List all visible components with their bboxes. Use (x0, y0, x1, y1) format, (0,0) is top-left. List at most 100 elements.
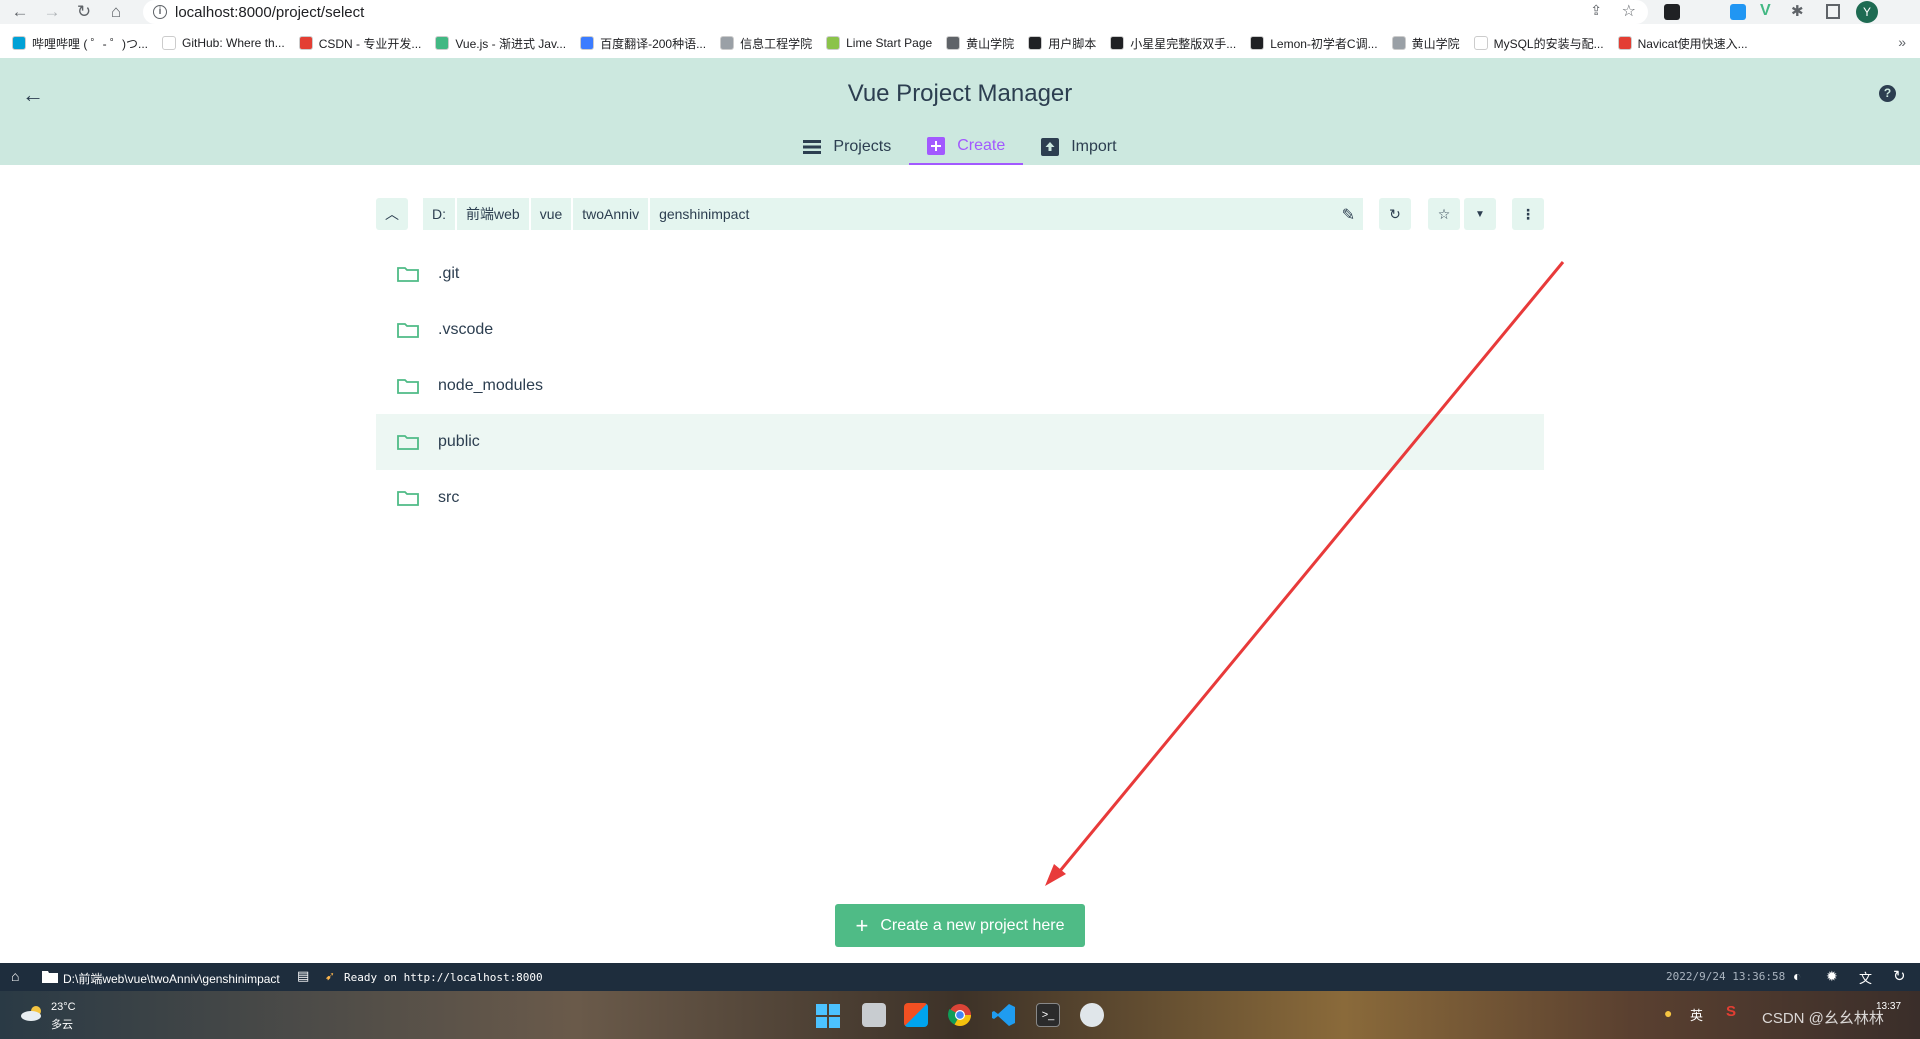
star-bookmark-icon[interactable]: ☆ (1622, 1, 1636, 21)
bookmark-favicon-icon (12, 36, 26, 50)
bookmark-label: Navicat使用快速入... (1637, 36, 1748, 51)
folder-name: node_modules (438, 377, 543, 394)
os-taskbar: 23°C 多云 >_ ● 英 S CSDN @幺幺林林 13:37 (0, 991, 1920, 1039)
bookmark-item[interactable]: Vue.js - 渐进式 Jav... (435, 35, 566, 52)
edit-path-icon[interactable]: ✎ (1342, 205, 1355, 225)
create-project-button[interactable]: + Create a new project here (835, 904, 1085, 947)
bookmark-item[interactable]: Navicat使用快速入... (1617, 35, 1748, 52)
windows-start-icon[interactable] (816, 1004, 840, 1028)
bookmark-item[interactable]: 百度翻译-200种语... (580, 35, 706, 52)
bookmark-item[interactable]: CSDN - 专业开发... (298, 35, 421, 52)
bookmark-favicon-icon (1250, 36, 1265, 50)
vue-devtools-icon[interactable]: V (1760, 2, 1771, 20)
terminal-icon[interactable]: >_ (1036, 1003, 1060, 1027)
current-directory[interactable]: D:\前端web\vue\twoAnniv\genshinimpact (63, 970, 280, 987)
bookmark-label: 小星星完整版双手... (1130, 36, 1237, 51)
bookmark-item[interactable]: Lime Start Page (826, 36, 932, 50)
bookmark-favicon-icon (720, 36, 735, 50)
more-bookmarks-icon[interactable]: » (1898, 34, 1906, 50)
tab-label: Create (957, 136, 1006, 154)
dark-mode-icon[interactable]: ◐ (1793, 968, 1801, 984)
side-panel-icon[interactable] (1826, 4, 1840, 19)
system-tray-icon[interactable]: ● (1664, 1005, 1672, 1021)
bookmark-label: 哔哩哔哩 ( ゜- ゜)つ... (32, 36, 148, 51)
bookmark-label: 黄山学院 (1411, 36, 1460, 51)
more-vert-icon: ⋮ (1521, 205, 1535, 222)
chevron-up-icon: ︿ (385, 206, 399, 222)
bookmark-favicon-icon (1110, 36, 1125, 50)
cloudy-weather-icon (21, 1006, 41, 1021)
bookmark-favicon-icon (298, 36, 313, 50)
bookmark-item[interactable]: MySQL的安装与配... (1473, 35, 1604, 52)
caret-down-icon: ▼ (1475, 208, 1485, 220)
bookmark-item[interactable]: 小星星完整版双手... (1110, 35, 1236, 52)
tab-import[interactable]: Import (1023, 128, 1134, 165)
share-icon[interactable]: ⇪ (1590, 2, 1602, 19)
bookmark-item[interactable]: 黄山学院 (1391, 35, 1460, 52)
bookmark-favicon-icon (946, 36, 961, 50)
bookmark-item[interactable]: 用户脚本 (1028, 35, 1096, 52)
log-message[interactable]: Ready on http://localhost:8000 (344, 971, 543, 984)
breadcrumb-item[interactable]: twoAnniv (573, 198, 651, 230)
tab-bar: Projects Create Import (0, 128, 1920, 165)
translate-icon[interactable]: 文 (1859, 968, 1872, 987)
breadcrumb-item[interactable]: genshinimpact (650, 198, 758, 230)
breadcrumb-item[interactable]: vue (531, 198, 574, 230)
bookmark-item[interactable]: GitHub: Where th... (162, 36, 285, 50)
favorites-dropdown-button[interactable]: ▼ (1464, 198, 1496, 230)
extension-icon[interactable] (1664, 4, 1680, 20)
console-icon[interactable]: ▤ (297, 968, 309, 984)
favorite-button[interactable]: ☆ (1428, 198, 1460, 230)
folder-row[interactable]: public (376, 414, 1544, 470)
bookmark-item[interactable]: 黄山学院 (946, 35, 1014, 52)
folder-row[interactable]: .git (376, 246, 1544, 302)
chrome-icon[interactable] (948, 1003, 972, 1027)
bookmark-item[interactable]: Lemon-初学者C调... (1250, 35, 1378, 52)
site-info-icon[interactable]: i (153, 5, 167, 19)
back-icon[interactable]: ← (8, 0, 32, 24)
rocket-icon: ➹ (325, 969, 336, 983)
taskbar-clock[interactable]: 13:37 (1876, 1001, 1901, 1012)
folder-icon (397, 267, 419, 282)
microsoft-store-icon[interactable] (904, 1003, 928, 1027)
folder-icon (42, 971, 58, 983)
app-icon[interactable] (1080, 1003, 1104, 1027)
tab-create[interactable]: Create (909, 128, 1024, 165)
add-box-icon (927, 136, 946, 155)
forward-icon[interactable]: → (40, 0, 64, 24)
weather-description: 多云 (51, 1019, 73, 1031)
extensions-puzzle-icon[interactable]: ✱ (1791, 2, 1804, 20)
reload-icon[interactable]: ↻ (72, 0, 96, 24)
vscode-icon[interactable] (992, 1003, 1016, 1027)
help-icon[interactable]: ? (1879, 85, 1896, 102)
url-text: localhost:8000/project/select (175, 3, 365, 21)
bookmark-label: Lime Start Page (846, 36, 933, 50)
tab-projects[interactable]: Projects (785, 128, 909, 165)
extension-icon[interactable] (1730, 4, 1746, 20)
sogou-icon[interactable]: S (1726, 1003, 1736, 1020)
bookmark-item[interactable]: 哔哩哔哩 ( ゜- ゜)つ... (12, 35, 148, 52)
task-view-icon[interactable] (862, 1003, 886, 1027)
refresh-button[interactable]: ↻ (1379, 198, 1411, 230)
profile-avatar[interactable]: Y (1856, 1, 1878, 23)
folder-row[interactable]: .vscode (376, 302, 1544, 358)
status-datetime: 2022/9/24 13:36:58 (1666, 970, 1786, 983)
folder-row[interactable]: src (376, 470, 1544, 526)
bookmark-favicon-icon (162, 36, 176, 50)
parent-folder-button[interactable]: ︿ (376, 198, 408, 230)
breadcrumb-item[interactable]: 前端web (457, 198, 531, 230)
address-bar[interactable]: i localhost:8000/project/select ⇪ ☆ (143, 0, 1648, 24)
refresh-icon[interactable]: ↻ (1893, 967, 1906, 985)
bookmark-item[interactable]: 信息工程学院 (720, 35, 812, 52)
home-icon[interactable]: ⌂ (11, 968, 19, 984)
weather-temperature[interactable]: 23°C (51, 1001, 76, 1013)
folder-row[interactable]: node_modules (376, 358, 1544, 414)
bookmark-label: 用户脚本 (1048, 36, 1097, 51)
bookmark-favicon-icon (1391, 36, 1406, 50)
more-options-button[interactable]: ⋮ (1512, 198, 1544, 230)
home-icon[interactable]: ⌂ (104, 0, 128, 24)
bug-icon[interactable]: ✹ (1826, 968, 1838, 985)
breadcrumb-item[interactable]: D: (423, 198, 457, 230)
input-method-icon[interactable]: 英 (1690, 1005, 1703, 1024)
create-project-label: Create a new project here (880, 916, 1065, 934)
